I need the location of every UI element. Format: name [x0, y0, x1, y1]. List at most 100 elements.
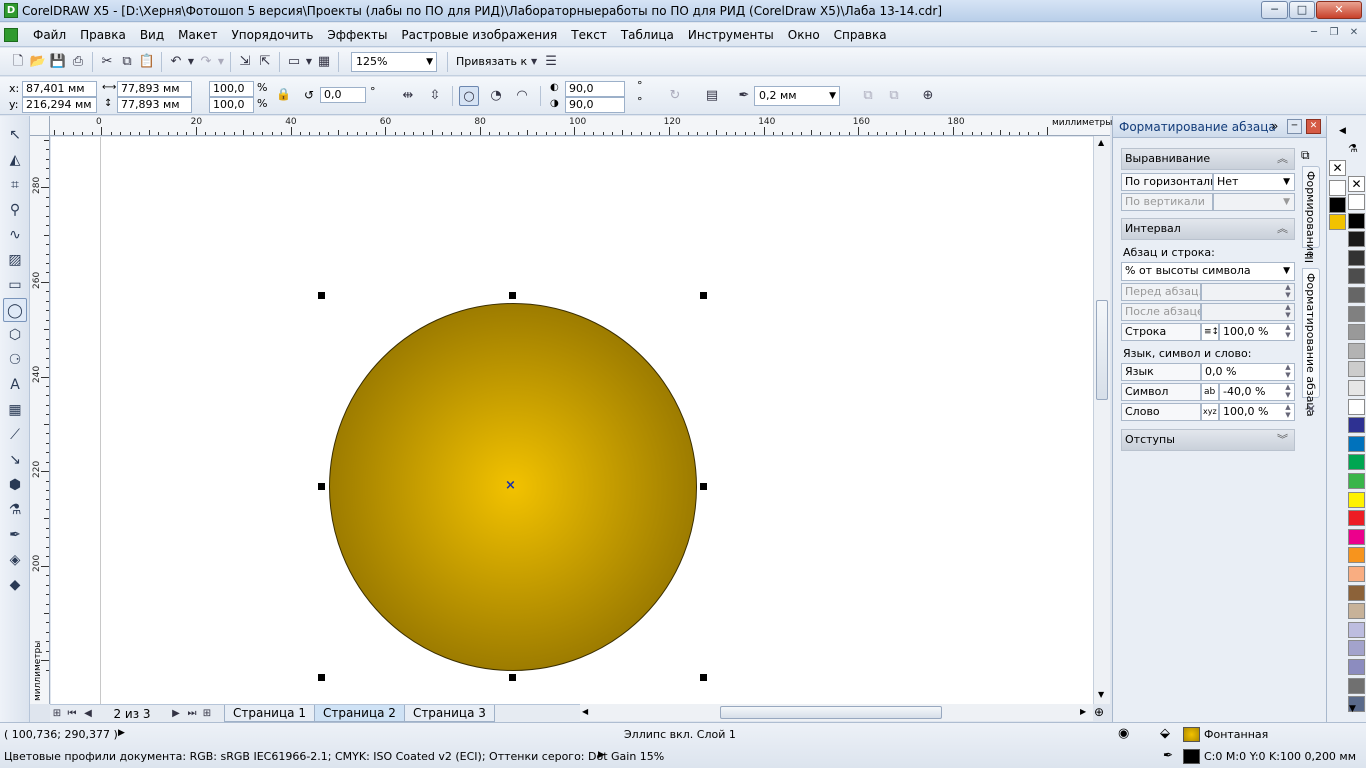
tab-paragraph-formatting[interactable]: Форматирование абзаца: [1302, 268, 1320, 417]
outline-swatch[interactable]: [1183, 749, 1200, 764]
palette-color-swatch[interactable]: [1348, 249, 1365, 266]
palette-color-swatch[interactable]: [1348, 305, 1365, 322]
palette-color-swatch[interactable]: [1348, 212, 1365, 229]
palette-color-swatch[interactable]: [1348, 435, 1365, 452]
snap-to-button[interactable]: Привязать к: [456, 55, 527, 68]
to-back-icon[interactable]: ⧉: [858, 86, 878, 106]
polygon-tool-icon[interactable]: ⬡: [3, 323, 27, 347]
spinner-icon[interactable]: ▲ ▼: [1281, 323, 1295, 341]
alignment-section-header[interactable]: Выравнивание ︽: [1121, 148, 1295, 170]
menu-layout[interactable]: Макет: [171, 25, 224, 45]
selection-handle[interactable]: [509, 292, 516, 299]
pie-mode-icon[interactable]: ◔: [486, 86, 506, 106]
palette-color-swatch[interactable]: [1348, 510, 1365, 527]
x-position-field[interactable]: 87,401 мм: [22, 81, 97, 97]
end-angle-field[interactable]: 90,0: [565, 97, 625, 113]
tab-formatting[interactable]: Формирование: [1302, 166, 1320, 258]
scale-x-field[interactable]: 100,0: [209, 81, 254, 97]
change-direction-icon[interactable]: ↻: [665, 86, 685, 106]
start-angle-field[interactable]: 90,0: [565, 81, 625, 97]
import-icon[interactable]: ⇲: [235, 52, 255, 72]
menu-table[interactable]: Таблица: [614, 25, 681, 45]
paste-icon[interactable]: 📋: [137, 52, 157, 72]
close-tab-icon[interactable]: ✕: [1306, 402, 1316, 416]
menu-file[interactable]: Файл: [26, 25, 73, 45]
next-page-icon[interactable]: ▶: [168, 704, 184, 724]
color-proof-icon[interactable]: ◉: [1118, 726, 1129, 741]
palette-color-swatch[interactable]: [1348, 547, 1365, 564]
rectangle-tool-icon[interactable]: ▭: [3, 273, 27, 297]
horizontal-scrollbar[interactable]: ◀ ▶: [580, 704, 1093, 721]
wrap-text-icon[interactable]: ▤: [702, 86, 722, 106]
new-document-icon[interactable]: 🗋: [8, 52, 28, 72]
welcome-screen-icon[interactable]: ▦: [314, 52, 334, 72]
menu-bitmaps[interactable]: Растровые изображения: [394, 25, 564, 45]
undo-icon[interactable]: ↶: [166, 52, 186, 72]
vertical-scrollbar[interactable]: ▲ ▼: [1093, 136, 1110, 704]
pick-tool-icon[interactable]: ↖: [3, 123, 27, 147]
selection-handle[interactable]: [700, 292, 707, 299]
minimize-button[interactable]: ─: [1261, 1, 1288, 19]
document-color-swatch[interactable]: [1329, 197, 1346, 213]
menu-view[interactable]: Вид: [133, 25, 171, 45]
transform-tab-icon[interactable]: ⧉: [1301, 148, 1310, 163]
palette-color-swatch[interactable]: [1348, 659, 1365, 675]
page-tab-1[interactable]: Страница 1: [224, 705, 315, 722]
menu-tools[interactable]: Инструменты: [681, 25, 781, 45]
spacing-section-header[interactable]: Интервал ︽: [1121, 218, 1295, 240]
extrude-tool-icon[interactable]: ⬢: [3, 473, 27, 497]
menu-arrange[interactable]: Упорядочить: [224, 25, 320, 45]
selection-handle[interactable]: [318, 483, 325, 490]
palette-color-swatch[interactable]: [1348, 603, 1365, 620]
vertical-alignment-select[interactable]: ▼: [1213, 193, 1295, 211]
no-color-swatch[interactable]: ✕: [1329, 160, 1346, 176]
rotation-angle-field[interactable]: 0,0: [320, 87, 366, 103]
table-tool-icon[interactable]: ▦: [3, 398, 27, 422]
y-position-field[interactable]: 216,294 мм: [22, 97, 97, 113]
palette-color-swatch[interactable]: [1348, 194, 1365, 210]
vertical-ruler[interactable]: миллиметры 280 260 240 220 200: [30, 136, 50, 704]
palette-color-swatch[interactable]: [1348, 231, 1365, 248]
copy-icon[interactable]: ⧉: [117, 52, 137, 72]
palette-color-swatch[interactable]: [1348, 342, 1365, 359]
add-page-after-icon[interactable]: ⊞: [200, 704, 214, 724]
connector-tool-icon[interactable]: ↘: [3, 448, 27, 472]
object-center-marker[interactable]: ×: [505, 478, 516, 493]
ellipse-mode-icon[interactable]: ○: [459, 86, 479, 106]
outline-tool-icon[interactable]: ✒: [3, 523, 27, 547]
selection-handle[interactable]: [318, 674, 325, 681]
expand-arrow-icon[interactable]: ▶: [118, 728, 125, 738]
crop-tool-icon[interactable]: ⌗: [3, 173, 27, 197]
palette-color-swatch[interactable]: [1348, 287, 1365, 303]
palette-color-swatch[interactable]: [1348, 621, 1365, 638]
previous-page-icon[interactable]: ◀: [80, 704, 96, 724]
spinner-icon[interactable]: ▲ ▼: [1281, 303, 1295, 321]
menu-help[interactable]: Справка: [827, 25, 894, 45]
application-launcher-icon[interactable]: ▭: [284, 52, 304, 72]
scroll-right-icon[interactable]: ▶: [1080, 707, 1086, 716]
vertical-scroll-thumb[interactable]: [1096, 300, 1108, 400]
options-icon[interactable]: ☰: [541, 52, 561, 72]
scale-y-field[interactable]: 100,0: [209, 97, 254, 113]
freehand-tool-icon[interactable]: ∿: [3, 223, 27, 247]
palette-color-swatch[interactable]: [1348, 640, 1365, 657]
spinner-icon[interactable]: ▲ ▼: [1281, 383, 1295, 401]
horizontal-alignment-select[interactable]: Нет ▼: [1213, 173, 1295, 191]
save-icon[interactable]: 💾: [48, 52, 68, 72]
palette-color-swatch[interactable]: [1348, 361, 1365, 378]
spinner-icon[interactable]: ▲ ▼: [1281, 283, 1295, 301]
last-page-icon[interactable]: ⏭: [184, 704, 200, 724]
maximize-button[interactable]: □: [1289, 1, 1315, 19]
eyedropper-tool-icon[interactable]: ⚗: [3, 498, 27, 522]
no-color-swatch[interactable]: ✕: [1348, 176, 1365, 192]
print-icon[interactable]: ⎙: [68, 52, 88, 72]
document-icon[interactable]: [4, 27, 18, 42]
profiles-arrow-icon[interactable]: ▶: [598, 750, 605, 760]
palette-color-swatch[interactable]: [1348, 566, 1365, 582]
menu-text[interactable]: Текст: [564, 25, 614, 45]
palette-color-swatch[interactable]: [1348, 454, 1365, 471]
palette-color-swatch[interactable]: [1348, 528, 1365, 545]
palette-color-swatch[interactable]: [1348, 268, 1365, 285]
navigator-zoom-icon[interactable]: ⊕: [1094, 705, 1104, 719]
smart-fill-tool-icon[interactable]: ▨: [3, 248, 27, 272]
